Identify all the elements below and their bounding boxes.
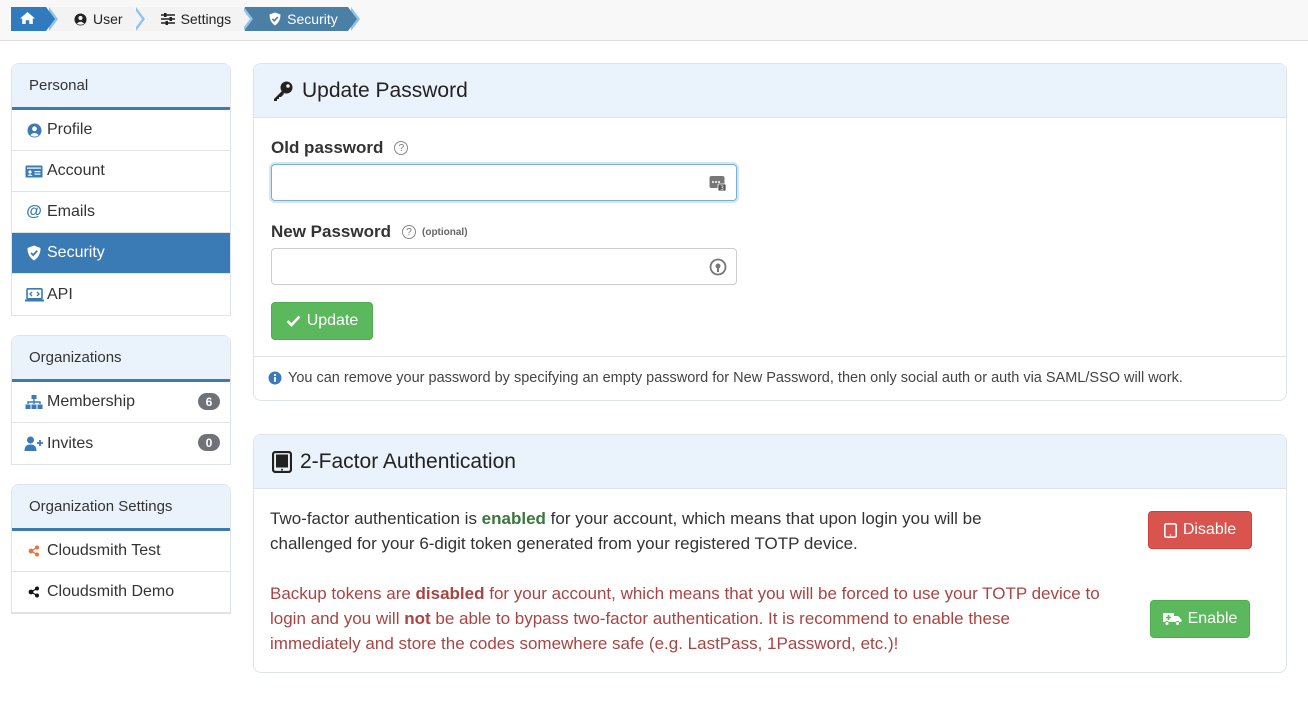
sidebar-item-cloudsmith-demo[interactable]: Cloudsmith Demo: [12, 572, 230, 613]
id-card-icon: [24, 165, 44, 178]
panel-header: Update Password: [254, 64, 1286, 118]
optional-note: (optional): [422, 226, 468, 238]
key-generator-icon[interactable]: [709, 258, 727, 281]
sidebar-org-settings: Organization Settings Cloudsmith Test Cl…: [11, 484, 231, 614]
info-icon: [268, 371, 282, 385]
new-password-field[interactable]: [271, 248, 737, 285]
sidebar-item-label: Membership: [47, 393, 136, 410]
button-label: Disable: [1182, 521, 1237, 538]
home-icon: [19, 11, 36, 28]
sidebar-heading: Organizations: [12, 336, 230, 382]
sidebar-heading: Organization Settings: [12, 485, 230, 531]
sidebar-item-label: Security: [47, 244, 105, 261]
at-icon: @: [26, 203, 42, 220]
password-manager-icon[interactable]: 3: [709, 174, 727, 197]
breadcrumb-label: Security: [287, 11, 338, 27]
laptop-code-icon: [24, 287, 44, 302]
info-text: You can remove your password by specifyi…: [288, 370, 1183, 386]
sliders-icon: [160, 13, 175, 25]
twofa-status-text: Two-factor authentication is enabled for…: [270, 506, 1050, 556]
panel-title: Update Password: [302, 78, 468, 102]
breadcrumb-settings[interactable]: Settings: [136, 7, 253, 31]
sidebar-item-label: Profile: [47, 121, 93, 138]
sidebar-item-cloudsmith-test[interactable]: Cloudsmith Test: [12, 531, 230, 572]
sidebar-item-invites[interactable]: Invites 0: [12, 423, 230, 464]
enable-button[interactable]: Enable: [1150, 600, 1250, 638]
two-factor-panel: 2-Factor Authentication Two-factor authe…: [253, 434, 1287, 673]
sidebar-item-label: Account: [47, 162, 105, 179]
user-plus-icon: [24, 436, 44, 451]
sidebar-item-label: Cloudsmith Demo: [47, 583, 175, 600]
backup-tokens-text: Backup tokens are disabled for your acco…: [270, 581, 1100, 656]
old-password-label: Old password ?: [271, 138, 409, 158]
count-badge: 6: [198, 393, 220, 410]
panel-title: 2-Factor Authentication: [300, 449, 516, 473]
check-icon: [286, 315, 301, 327]
tablet-icon: [1163, 522, 1177, 538]
update-button[interactable]: Update: [271, 302, 373, 340]
backup-not-word: not: [404, 609, 431, 628]
password-info-note: You can remove your password by specifyi…: [268, 370, 1183, 386]
new-password-label: New Password ? (optional): [271, 222, 468, 242]
breadcrumb-label: User: [93, 11, 123, 27]
backup-text-part: Backup tokens are: [270, 584, 416, 603]
status-text-part: Two-factor authentication is: [270, 509, 482, 528]
shield-icon: [24, 245, 44, 261]
sidebar-organizations: Organizations Membership 6 Invites 0: [11, 335, 231, 465]
svg-text:3: 3: [720, 185, 724, 192]
sitemap-icon: [24, 394, 44, 410]
cloudsmith-orange-icon: [24, 544, 44, 558]
breadcrumb-home[interactable]: [11, 7, 58, 31]
user-circle-icon: [74, 13, 87, 26]
sidebar-personal: Personal Profile Account @ Emails Securi…: [11, 63, 231, 316]
sidebar-item-label: API: [47, 285, 73, 303]
sidebar-item-profile[interactable]: Profile: [12, 110, 230, 151]
truck-medical-icon: [1162, 612, 1182, 626]
panel-header: 2-Factor Authentication: [254, 435, 1286, 489]
count-badge: 0: [198, 434, 220, 451]
status-enabled-word: enabled: [481, 509, 546, 528]
help-icon[interactable]: ?: [402, 225, 416, 239]
disable-button[interactable]: Disable: [1148, 511, 1252, 549]
old-password-field[interactable]: 3: [271, 164, 737, 201]
button-label: Update: [306, 312, 359, 329]
breadcrumb-security[interactable]: Security: [245, 7, 360, 31]
breadcrumb-label: Settings: [180, 11, 232, 27]
breadcrumb: User Settings Security: [11, 7, 360, 31]
sidebar-item-account[interactable]: Account: [12, 151, 230, 192]
update-password-panel: Update Password Old password ? 3 New Pas…: [253, 63, 1287, 401]
sidebar-item-label: Cloudsmith Test: [47, 542, 161, 559]
breadcrumb-user[interactable]: User: [50, 7, 145, 31]
sidebar-item-label: Invites: [47, 434, 94, 452]
sidebar-item-emails[interactable]: @ Emails: [12, 192, 230, 233]
cloudsmith-black-icon: [24, 585, 44, 599]
sidebar-item-security[interactable]: Security: [12, 233, 230, 274]
shield-icon: [269, 12, 281, 26]
sidebar-item-membership[interactable]: Membership 6: [12, 382, 230, 423]
tablet-icon: [272, 450, 292, 473]
divider: [254, 356, 1286, 357]
sidebar-item-label: Emails: [47, 203, 96, 220]
button-label: Enable: [1187, 610, 1238, 627]
sidebar-item-api[interactable]: API: [12, 274, 230, 315]
user-circle-icon: [24, 123, 44, 138]
field-label: New Password: [271, 222, 391, 241]
breadcrumb-bar: User Settings Security: [0, 0, 1308, 41]
sidebar-heading: Personal: [12, 64, 230, 110]
key-icon: [272, 80, 294, 102]
backup-disabled-word: disabled: [415, 584, 485, 603]
field-label: Old password: [271, 138, 384, 157]
help-icon[interactable]: ?: [394, 141, 409, 155]
